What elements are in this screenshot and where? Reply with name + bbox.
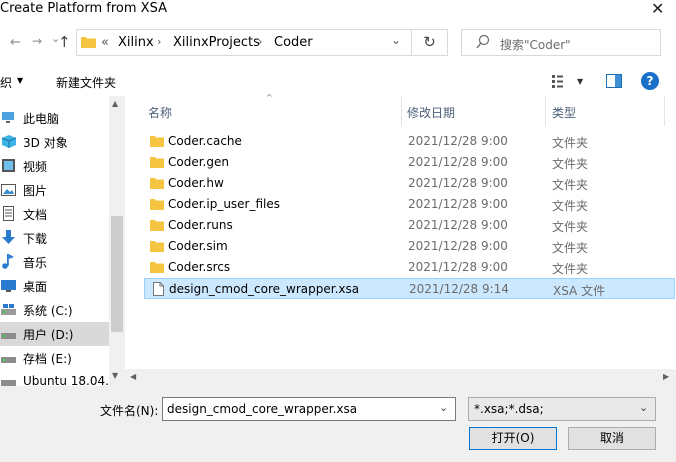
search-placeholder[interactable]: 搜索"Coder" <box>500 36 571 53</box>
download-icon <box>0 230 18 245</box>
folder-icon <box>150 134 164 148</box>
filename-value: design_cmod_core_wrapper.xsa <box>167 402 358 416</box>
folder-icon <box>81 35 96 48</box>
refresh-button[interactable]: ↻ <box>412 29 448 56</box>
window-title: Create Platform from XSA <box>0 1 167 16</box>
navigation-pane: 此电脑 3D 对象 视频 图片 文档 下载 音乐 桌面 系统 (C:) 用户 (… <box>0 96 110 386</box>
scroll-up-icon[interactable]: ▲ <box>112 99 118 108</box>
address-dropdown-icon[interactable]: ⌄ <box>391 33 401 47</box>
sidebar-item-music[interactable]: 音乐 <box>0 250 110 274</box>
file-list-hscrollbar[interactable] <box>125 369 676 386</box>
file-type-select[interactable]: *.xsa;*.dsa; ⌄ <box>468 397 656 421</box>
organize-button[interactable]: 织 <box>0 74 12 91</box>
forward-arrow-icon[interactable]: → <box>32 34 42 48</box>
drive-icon <box>0 350 18 365</box>
close-icon[interactable]: ✕ <box>651 0 664 18</box>
sidebar-item-drive-c[interactable]: 系统 (C:) <box>0 298 110 322</box>
picture-icon <box>0 182 18 197</box>
column-header-modified[interactable]: 修改日期 <box>407 104 455 121</box>
chevron-down-icon[interactable]: ⌄ <box>439 401 448 414</box>
sidebar-item-this-pc[interactable]: 此电脑 <box>0 106 110 130</box>
sidebar-item-pictures[interactable]: 图片 <box>0 178 110 202</box>
column-divider[interactable] <box>664 96 665 126</box>
sidebar-item-3d-objects[interactable]: 3D 对象 <box>0 130 110 154</box>
music-icon <box>0 254 18 269</box>
filename-input[interactable]: design_cmod_core_wrapper.xsa ⌄ <box>162 397 456 421</box>
scroll-down-icon[interactable]: ▼ <box>112 371 118 380</box>
search-icon <box>476 34 490 53</box>
sort-ascending-icon: ^ <box>266 93 273 102</box>
sidebar-item-downloads[interactable]: 下载 <box>0 226 110 250</box>
help-icon[interactable]: ? <box>641 72 659 90</box>
scroll-right-icon[interactable]: ▶ <box>663 372 669 381</box>
document-icon <box>0 206 18 221</box>
back-arrow-icon[interactable]: ← <box>10 35 21 50</box>
organize-arrow-icon[interactable]: ▼ <box>17 76 23 85</box>
folder-icon <box>150 197 164 211</box>
file-row[interactable]: Coder.ip_user_files 2021/12/28 9:00 文件夹 <box>144 194 675 215</box>
scroll-left-icon[interactable]: ◀ <box>130 372 136 381</box>
column-divider[interactable] <box>401 96 402 126</box>
column-divider[interactable] <box>545 96 546 126</box>
address-overflow[interactable]: « <box>101 35 109 50</box>
column-header-type[interactable]: 类型 <box>552 104 576 121</box>
drive-icon <box>0 326 18 341</box>
sidebar-scroll-thumb[interactable] <box>111 216 123 332</box>
view-dropdown-icon[interactable]: ▼ <box>577 77 583 86</box>
chevron-down-icon[interactable]: ⌄ <box>639 401 648 414</box>
crumb-xilinx[interactable]: Xilinx <box>118 35 154 50</box>
file-icon <box>151 282 165 296</box>
cube-icon <box>0 134 18 149</box>
sidebar-item-ubuntu[interactable]: Ubuntu 18.04.2 <box>0 370 110 386</box>
crumb-coder[interactable]: Coder <box>274 35 313 50</box>
filename-label: 文件名(N): <box>100 404 159 418</box>
file-row[interactable]: Coder.runs 2021/12/28 9:00 文件夹 <box>144 215 675 236</box>
crumb-chevron-icon[interactable]: › <box>258 35 262 48</box>
column-header-name[interactable]: 名称 <box>148 104 172 121</box>
linux-icon <box>0 374 18 386</box>
file-row[interactable]: Coder.gen 2021/12/28 9:00 文件夹 <box>144 152 675 173</box>
folder-icon <box>150 155 164 169</box>
video-icon <box>0 158 18 173</box>
file-row[interactable]: Coder.sim 2021/12/28 9:00 文件夹 <box>144 236 675 257</box>
drive-icon <box>0 302 18 317</box>
file-row[interactable]: Coder.hw 2021/12/28 9:00 文件夹 <box>144 173 675 194</box>
crumb-chevron-icon[interactable]: › <box>157 35 161 48</box>
crumb-xilinxprojects[interactable]: XilinxProjects <box>173 35 260 50</box>
desktop-icon <box>0 278 18 293</box>
sidebar-item-desktop[interactable]: 桌面 <box>0 274 110 298</box>
new-folder-button[interactable]: 新建文件夹 <box>56 74 116 91</box>
sidebar-item-documents[interactable]: 文档 <box>0 202 110 226</box>
folder-icon <box>150 176 164 190</box>
sidebar-item-drive-e[interactable]: 存档 (E:) <box>0 346 110 370</box>
folder-icon <box>150 218 164 232</box>
folder-icon <box>150 260 164 274</box>
file-row-selected[interactable]: design_cmod_core_wrapper.xsa 2021/12/28 … <box>144 278 675 299</box>
sidebar-item-drive-d[interactable]: 用户 (D:) <box>0 322 110 346</box>
file-row[interactable]: Coder.srcs 2021/12/28 9:00 文件夹 <box>144 257 675 278</box>
up-arrow-icon[interactable]: ↑ <box>58 33 71 51</box>
folder-icon <box>150 239 164 253</box>
open-button[interactable]: 打开(O) <box>469 427 557 450</box>
pc-icon <box>0 110 18 125</box>
file-row[interactable]: Coder.cache 2021/12/28 9:00 文件夹 <box>144 131 675 152</box>
preview-pane-icon[interactable] <box>606 74 622 91</box>
file-type-value: *.xsa;*.dsa; <box>474 402 544 416</box>
sidebar-item-videos[interactable]: 视频 <box>0 154 110 178</box>
view-options-icon[interactable] <box>552 74 570 91</box>
cancel-button[interactable]: 取消 <box>568 427 656 450</box>
